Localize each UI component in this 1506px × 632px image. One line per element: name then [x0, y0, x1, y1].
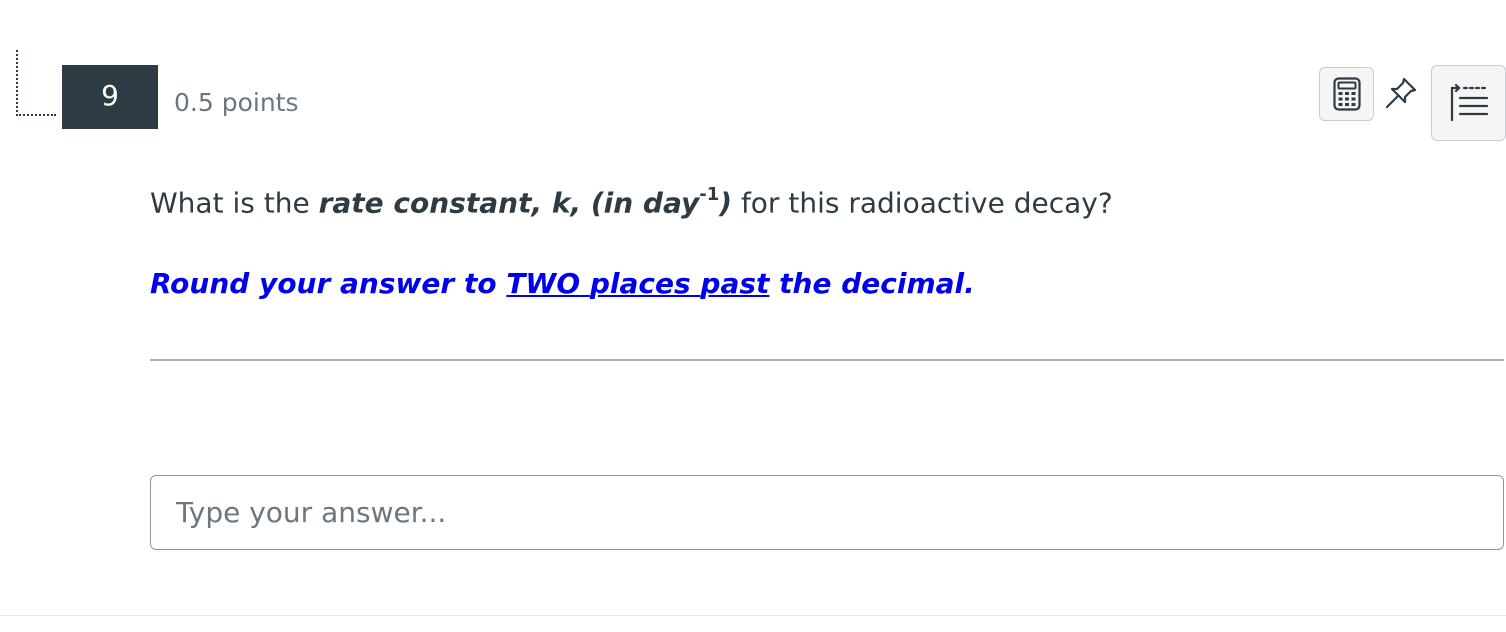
- question-text-start: What is the: [150, 186, 319, 220]
- calculator-icon: [1332, 77, 1361, 111]
- question-exponent: -1: [699, 184, 720, 205]
- question-points: 0.5 points: [174, 88, 299, 117]
- outline-list-icon: [1450, 84, 1488, 122]
- calculator-button[interactable]: [1319, 67, 1374, 121]
- instruction-underline-two: TWO: [506, 267, 581, 300]
- question-text-close: ): [719, 186, 733, 220]
- pin-button[interactable]: [1380, 72, 1422, 114]
- question-text-end: for this radioactive decay?: [732, 186, 1113, 220]
- instruction-start: Round your answer to: [150, 267, 507, 300]
- instruction-underline-places: places: [589, 267, 691, 300]
- outline-button[interactable]: [1431, 65, 1506, 141]
- instruction-space-1: [580, 267, 590, 300]
- question-number-badge: 9: [62, 65, 158, 129]
- section-divider: [150, 359, 1504, 361]
- instruction-end: the decimal.: [769, 267, 975, 300]
- question-text-emphasis: rate constant, k, (in day: [318, 186, 700, 220]
- question-text: What is the rate constant, k, (in day-1)…: [150, 184, 1113, 220]
- bottom-divider: [0, 615, 1506, 616]
- pin-icon: [1385, 77, 1417, 109]
- instruction-underline-past: past: [700, 267, 770, 300]
- question-number: 9: [101, 78, 119, 112]
- instruction-space-2: [691, 267, 701, 300]
- quiz-question-page: 9 0.5 points What is the rate constant, …: [0, 0, 1506, 632]
- rounding-instruction: Round your answer to TWO places past the…: [150, 267, 975, 300]
- dotted-connector: [16, 50, 56, 116]
- answer-input[interactable]: [150, 475, 1504, 550]
